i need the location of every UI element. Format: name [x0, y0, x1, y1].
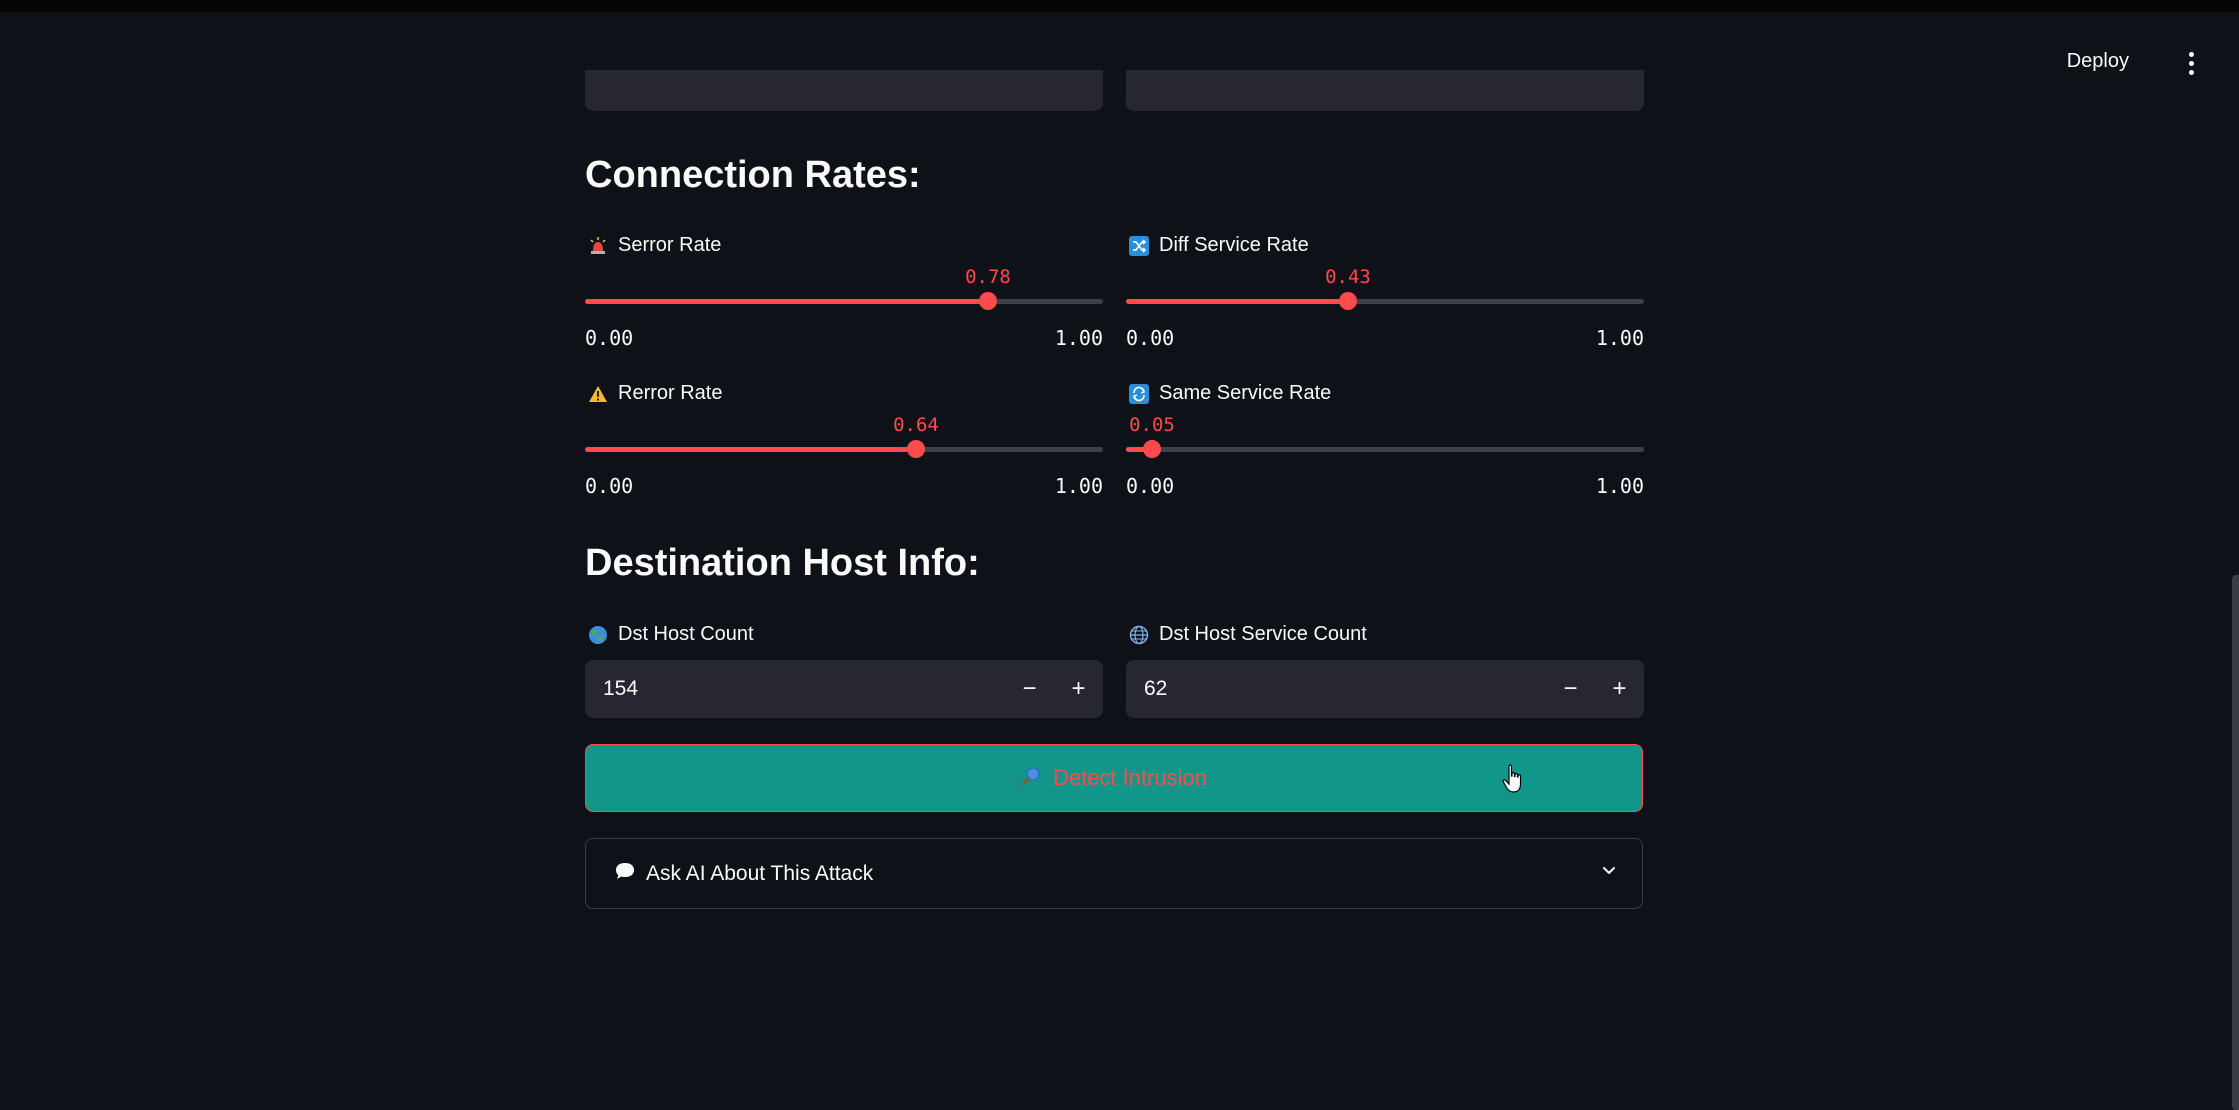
slider-thumb[interactable]	[979, 292, 997, 310]
magnifier-icon	[1021, 765, 1043, 792]
slider-min: 0.00	[585, 326, 634, 350]
deploy-button[interactable]: Deploy	[2067, 50, 2129, 73]
dst-host-service-count-label: Dst Host Service Count	[1129, 623, 1367, 646]
slider-thumb[interactable]	[907, 440, 925, 458]
dst-host-count-label: Dst Host Count	[588, 623, 754, 646]
same-service-rate-value: 0.05	[1129, 414, 1175, 436]
connection-rates-heading: Connection Rates:	[585, 154, 921, 196]
rerror-rate-value: 0.64	[893, 414, 939, 436]
hand-cursor-icon	[1502, 764, 1524, 799]
destination-host-heading: Destination Host Info:	[585, 542, 980, 584]
dst-host-service-count-value[interactable]: 62	[1126, 677, 1546, 701]
globe-meridians-icon	[1129, 625, 1149, 645]
slider-max: 1.00	[1054, 326, 1103, 350]
slider-track[interactable]	[585, 447, 1103, 452]
globe-icon	[588, 625, 608, 645]
dst-host-service-count-input[interactable]: 62 − +	[1126, 660, 1644, 718]
decrement-button[interactable]: −	[1005, 660, 1054, 718]
partial-input-right[interactable]	[1126, 70, 1644, 111]
slider-track[interactable]	[1126, 299, 1644, 304]
slider-fill	[585, 447, 916, 452]
slider-thumb[interactable]	[1143, 440, 1161, 458]
slider-track[interactable]	[585, 299, 1103, 304]
ask-ai-label: Ask AI About This Attack	[646, 861, 874, 885]
kebab-menu-icon[interactable]	[2187, 52, 2195, 76]
dst-host-service-count-text: Dst Host Service Count	[1159, 623, 1367, 645]
decrement-button[interactable]: −	[1546, 660, 1595, 718]
serror-rate-slider[interactable]: 0.78 0.00 1.00	[585, 240, 1103, 350]
rerror-rate-slider[interactable]: 0.64 0.00 1.00	[585, 388, 1103, 498]
slider-thumb[interactable]	[1339, 292, 1357, 310]
slider-max: 1.00	[1595, 326, 1644, 350]
slider-max: 1.00	[1054, 474, 1103, 498]
slider-min: 0.00	[1126, 326, 1175, 350]
detect-intrusion-button[interactable]: Detect Intrusion	[585, 744, 1643, 812]
chevron-down-icon[interactable]	[1600, 862, 1618, 885]
serror-rate-value: 0.78	[965, 266, 1011, 288]
same-service-rate-slider[interactable]: 0.05 0.00 1.00	[1126, 388, 1644, 498]
diff-service-rate-value: 0.43	[1325, 266, 1371, 288]
slider-fill	[1126, 299, 1348, 304]
main-content: Connection Rates: Serror Rate 0.78 0.00 …	[585, 0, 1644, 1110]
slider-fill	[585, 299, 988, 304]
speech-bubble-icon	[614, 861, 636, 886]
dst-host-count-text: Dst Host Count	[618, 623, 754, 645]
slider-max: 1.00	[1595, 474, 1644, 498]
partial-input-left[interactable]	[585, 70, 1103, 111]
dst-host-count-value[interactable]: 154	[585, 677, 1005, 701]
increment-button[interactable]: +	[1054, 660, 1103, 718]
diff-service-rate-slider[interactable]: 0.43 0.00 1.00	[1126, 240, 1644, 350]
ask-ai-expander[interactable]: Ask AI About This Attack	[585, 838, 1643, 909]
detect-intrusion-label: Detect Intrusion	[1052, 765, 1208, 790]
slider-min: 0.00	[585, 474, 634, 498]
slider-min: 0.00	[1126, 474, 1175, 498]
increment-button[interactable]: +	[1595, 660, 1644, 718]
page-scrollbar[interactable]	[2232, 575, 2239, 1110]
dst-host-count-input[interactable]: 154 − +	[585, 660, 1103, 718]
slider-track[interactable]	[1126, 447, 1644, 452]
